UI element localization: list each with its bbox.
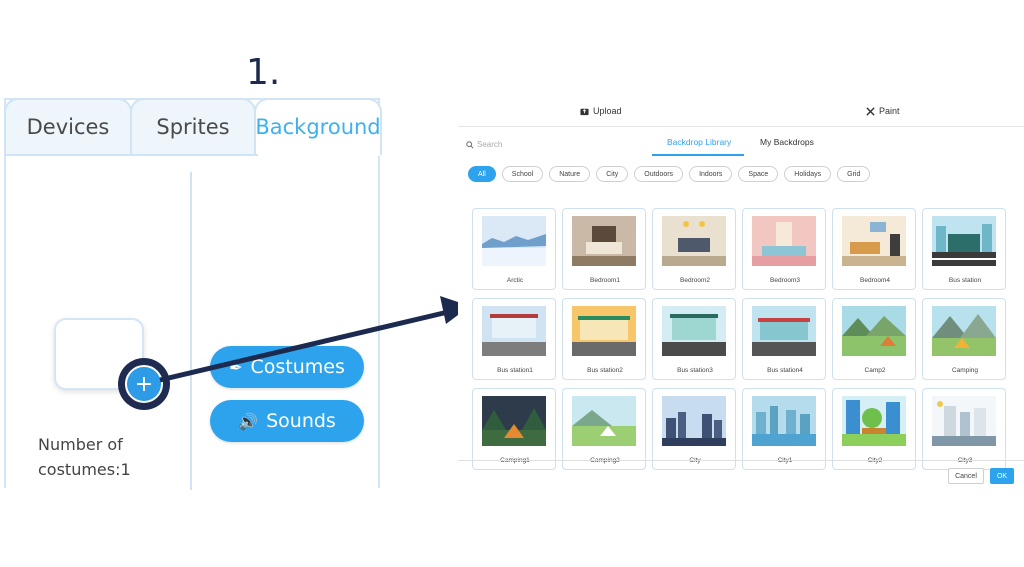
filter-chip-outdoors[interactable]: Outdoors	[634, 166, 684, 182]
bus-station-thumbnail	[932, 216, 996, 266]
camping2-thumbnail	[572, 396, 636, 446]
backdrop-card-camping1[interactable]: Camping1	[472, 388, 556, 470]
backdrop-card-camping2[interactable]: Camping2	[562, 388, 646, 470]
backdrop-label: Bedroom4	[860, 277, 890, 284]
tab-devices[interactable]: Devices	[4, 98, 132, 156]
filter-chip-school[interactable]: School	[501, 166, 544, 182]
dialog-toolbar: Upload Paint	[458, 96, 1024, 126]
tab-background[interactable]: Background	[254, 98, 382, 156]
backdrop-card-city2[interactable]: City2	[832, 388, 916, 470]
costumes-button-label: Costumes	[250, 356, 345, 378]
filter-chip-all[interactable]: All	[468, 166, 496, 182]
city3-thumbnail	[932, 396, 996, 446]
search-icon	[466, 140, 474, 149]
paint-label: Paint	[879, 106, 900, 116]
active-tab-underline	[652, 154, 744, 156]
sounds-button-label: Sounds	[266, 410, 336, 432]
tab-divider-line	[4, 154, 258, 156]
filter-chip-grid[interactable]: Grid	[837, 166, 871, 182]
cancel-button[interactable]: Cancel	[948, 468, 984, 484]
bus-station2-thumbnail	[572, 306, 636, 356]
upload-label: Upload	[593, 106, 622, 116]
backdrop-label: Bus station	[948, 277, 982, 284]
bedroom1-thumbnail	[572, 216, 636, 266]
sounds-button[interactable]: 🔊 Sounds	[210, 400, 364, 442]
backdrop-card-bedroom1[interactable]: Bedroom1	[562, 208, 646, 290]
camping-thumbnail	[932, 306, 996, 356]
bedroom4-thumbnail	[842, 216, 906, 266]
arctic-thumbnail	[482, 216, 546, 266]
filter-chip-holidays[interactable]: Holidays	[784, 166, 832, 182]
search-field[interactable]: Search	[466, 140, 502, 149]
backdrop-card-bus-station[interactable]: Bus station	[922, 208, 1006, 290]
step-one-label: 1.	[246, 52, 281, 93]
filter-chip-indoors[interactable]: Indoors	[689, 166, 733, 182]
brush-icon: ✒	[229, 357, 243, 377]
backdrop-card-bus-station4[interactable]: Bus station4	[742, 298, 826, 380]
city-thumbnail	[662, 396, 726, 446]
backdrop-label: Bedroom2	[680, 277, 710, 284]
city2-thumbnail	[842, 396, 906, 446]
backdrop-card-bedroom2[interactable]: Bedroom2	[652, 208, 736, 290]
bus-station3-thumbnail	[662, 306, 726, 356]
backdrop-label: Bus station4	[767, 367, 803, 374]
paint-icon	[866, 106, 875, 116]
camping1-thumbnail	[482, 396, 546, 446]
bedroom2-thumbnail	[662, 216, 726, 266]
paint-button[interactable]: Paint	[866, 106, 900, 116]
backdrop-label: Bus station1	[497, 367, 533, 374]
backdrop-label: Bus station3	[677, 367, 713, 374]
costume-count-label: Number of costumes:1	[38, 435, 131, 479]
panel-tabs: Devices Sprites Background	[4, 98, 382, 156]
add-backdrop-button[interactable]: +	[118, 358, 170, 410]
camp2-thumbnail	[842, 306, 906, 356]
tab-backdrop-library[interactable]: Backdrop Library	[667, 137, 731, 147]
backdrop-library-dialog: Upload Paint Search Backdrop Library My …	[458, 96, 1024, 490]
left-panel: Devices Sprites Background + Number of c…	[4, 98, 382, 490]
upload-button[interactable]: Upload	[580, 106, 622, 116]
filter-chip-nature[interactable]: Nature	[549, 166, 591, 182]
footer-divider	[458, 460, 1024, 461]
backdrop-card-city1[interactable]: City1	[742, 388, 826, 470]
backdrop-card-arctic[interactable]: Arctic	[472, 208, 556, 290]
backdrop-card-bus-station3[interactable]: Bus station3	[652, 298, 736, 380]
backdrop-card-camp2[interactable]: Camp2	[832, 298, 916, 380]
backdrop-label: Bus station2	[587, 367, 623, 374]
backdrop-card-city[interactable]: City	[652, 388, 736, 470]
ok-button[interactable]: OK	[990, 468, 1014, 484]
backdrop-label: Camping	[951, 367, 978, 374]
backdrop-card-bus-station2[interactable]: Bus station2	[562, 298, 646, 380]
bedroom3-thumbnail	[752, 216, 816, 266]
backdrop-label: Bedroom3	[770, 277, 800, 284]
backdrop-card-camping[interactable]: Camping	[922, 298, 1006, 380]
backdrop-card-bedroom3[interactable]: Bedroom3	[742, 208, 826, 290]
plus-icon: +	[125, 365, 163, 403]
bus-station4-thumbnail	[752, 306, 816, 356]
backdrop-card-bus-station1[interactable]: Bus station1	[472, 298, 556, 380]
city1-thumbnail	[752, 396, 816, 446]
filter-chip-space[interactable]: Space	[738, 166, 779, 182]
speaker-icon: 🔊	[238, 411, 259, 431]
backdrop-label: Bedroom1	[590, 277, 620, 284]
tab-my-backdrops[interactable]: My Backdrops	[760, 137, 814, 147]
filter-chip-city[interactable]: City	[596, 166, 629, 182]
toolbar-divider	[458, 126, 1024, 127]
bus-station1-thumbnail	[482, 306, 546, 356]
tab-sprites[interactable]: Sprites	[130, 98, 256, 156]
backdrop-card-city3[interactable]: City3	[922, 388, 1006, 470]
backdrop-label: Arctic	[506, 277, 524, 284]
backdrop-card-bedroom4[interactable]: Bedroom4	[832, 208, 916, 290]
upload-icon	[580, 108, 589, 115]
costumes-button[interactable]: ✒ Costumes	[210, 346, 364, 388]
search-placeholder: Search	[477, 140, 503, 149]
category-filters: All School Nature City Outdoors Indoors …	[468, 166, 871, 182]
panel-divider	[190, 172, 192, 490]
backdrop-label: Camp2	[864, 367, 886, 374]
